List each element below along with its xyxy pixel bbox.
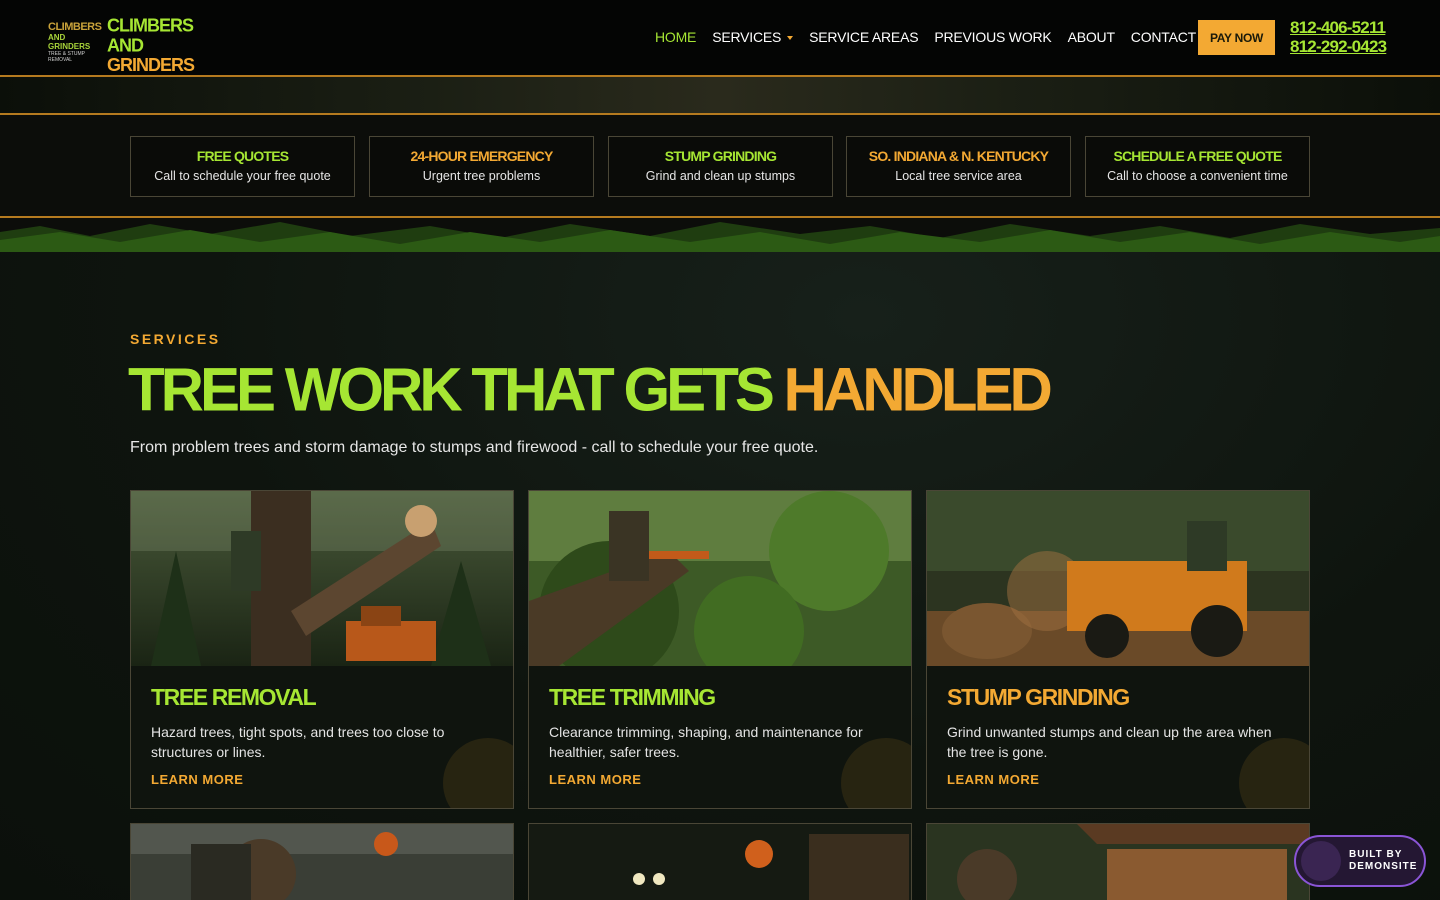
brand-line2: GRINDERS: [107, 54, 195, 76]
service-card-row2-3[interactable]: [926, 823, 1310, 900]
section-eyebrow: SERVICES: [130, 331, 221, 347]
service-card-stump-grinding[interactable]: STUMP GRINDING Grind unwanted stumps and…: [926, 490, 1310, 809]
nav-about[interactable]: ABOUT: [1068, 29, 1115, 45]
mascot-icon: [1301, 841, 1341, 881]
built-by-badge[interactable]: BUILT BY DEMONSITE: [1294, 835, 1426, 887]
feature-service-area: SO. INDIANA & N. KENTUCKY Local tree ser…: [846, 136, 1071, 197]
headline-part2: HANDLED: [783, 355, 1053, 424]
service-card-tree-removal[interactable]: TREE REMOVAL Hazard trees, tight spots, …: [130, 490, 514, 809]
feature-title: SCHEDULE A FREE QUOTE: [1113, 148, 1282, 164]
card-desc: Hazard trees, tight spots, and trees too…: [151, 724, 445, 760]
feature-title: STUMP GRINDING: [664, 148, 777, 164]
phone-numbers: 812-406-5211 812-292-0423: [1290, 18, 1387, 56]
pay-now-button[interactable]: PAY NOW: [1198, 20, 1275, 55]
service-card-row2-1[interactable]: [130, 823, 514, 900]
feature-desc: Local tree service area: [895, 169, 1022, 183]
stump-grinding-image: [927, 491, 1309, 666]
logo-line3: TREE & STUMP REMOVAL: [48, 51, 85, 63]
brand-line1: CLIMBERS AND: [107, 14, 194, 56]
main-nav: HOME SERVICES SERVICE AREAS PREVIOUS WOR…: [655, 29, 1212, 45]
card-title: TREE TRIMMING: [549, 684, 716, 710]
logo-line2: AND GRINDERS: [48, 33, 91, 51]
learn-more-link[interactable]: LEARN MORE: [549, 772, 641, 787]
feature-desc: Call to schedule your free quote: [154, 169, 331, 183]
feature-title: 24-HOUR EMERGENCY: [410, 148, 554, 164]
chevron-down-icon: [787, 36, 794, 41]
phone-link-1[interactable]: 812-406-5211: [1290, 18, 1386, 37]
nav-services-label: SERVICES: [712, 29, 782, 45]
feature-free-quotes: FREE QUOTES Call to schedule your free q…: [130, 136, 355, 197]
firewood-image: [927, 824, 1309, 900]
feature-schedule-quote: SCHEDULE A FREE QUOTE Call to choose a c…: [1085, 136, 1310, 197]
nav-service-areas[interactable]: SERVICE AREAS: [809, 29, 918, 45]
brand-name[interactable]: CLIMBERS AND GRINDERS: [107, 14, 227, 76]
card-title: STUMP GRINDING: [947, 684, 1130, 710]
emergency-service-image: [529, 824, 911, 900]
feature-title: SO. INDIANA & N. KENTUCKY: [868, 148, 1049, 164]
hero-image-strip: [0, 77, 1440, 115]
service-card-tree-trimming[interactable]: TREE TRIMMING Clearance trimming, shapin…: [528, 490, 912, 809]
feature-stump-grinding: STUMP GRINDING Grind and clean up stumps: [608, 136, 833, 197]
nav-contact[interactable]: CONTACT: [1131, 29, 1196, 45]
feature-emergency: 24-HOUR EMERGENCY Urgent tree problems: [369, 136, 594, 197]
nav-previous-work[interactable]: PREVIOUS WORK: [934, 29, 1051, 45]
card-desc: Grind unwanted stumps and clean up the a…: [947, 724, 1272, 760]
feature-desc: Grind and clean up stumps: [645, 169, 796, 183]
mountain-divider: [0, 218, 1440, 252]
site-header: CLIMBERS AND GRINDERS TREE & STUMP REMOV…: [0, 0, 1440, 77]
storm-cleanup-image: [131, 824, 513, 900]
badge-text: BUILT BY DEMONSITE: [1349, 849, 1417, 873]
badge-line2: DEMONSITE: [1349, 861, 1418, 872]
badge-line1: BUILT BY: [1349, 849, 1403, 860]
nav-home[interactable]: HOME: [655, 29, 696, 45]
tree-trimming-image: [529, 491, 911, 666]
logo[interactable]: CLIMBERS AND GRINDERS TREE & STUMP REMOV…: [48, 21, 102, 64]
card-title: TREE REMOVAL: [151, 684, 317, 710]
tree-removal-image: [131, 491, 513, 666]
logo-line1: CLIMBERS: [48, 21, 102, 33]
services-section: SERVICES TREE WORK THAT GETS HANDLED Fro…: [0, 252, 1440, 900]
learn-more-link[interactable]: LEARN MORE: [947, 772, 1039, 787]
feature-desc: Urgent tree problems: [422, 169, 541, 183]
feature-desc: Call to choose a convenient time: [1107, 169, 1288, 183]
features-band: FREE QUOTES Call to schedule your free q…: [0, 115, 1440, 218]
card-desc: Clearance trimming, shaping, and mainten…: [549, 724, 863, 760]
learn-more-link[interactable]: LEARN MORE: [151, 772, 243, 787]
section-subline: From problem trees and storm damage to s…: [130, 439, 819, 456]
headline-part1: TREE WORK THAT GETS: [128, 355, 784, 424]
section-headline: TREE WORK THAT GETS HANDLED: [128, 354, 1053, 425]
phone-link-2[interactable]: 812-292-0423: [1290, 37, 1387, 56]
feature-title: FREE QUOTES: [196, 148, 289, 164]
nav-services[interactable]: SERVICES: [712, 29, 794, 45]
service-card-row2-2[interactable]: [528, 823, 912, 900]
